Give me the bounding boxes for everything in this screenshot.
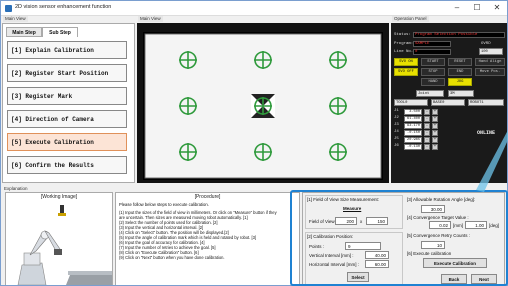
joint-value: 93.170 — [404, 123, 422, 129]
jog-mode-select[interactable]: Joint — [416, 90, 444, 97]
joint-plus-button[interactable]: + — [432, 123, 438, 129]
step-direction-of-camera[interactable]: [4] Direction of Camera — [7, 110, 127, 128]
procedure-line: (9) Click on "Next" button when you have… — [119, 255, 225, 260]
program-label: Program: — [394, 42, 414, 46]
joint-row-j3: J3 93.170 - + — [394, 123, 504, 129]
stop-button[interactable]: STOP — [421, 68, 445, 76]
explanation-label: Explanation — [4, 186, 28, 191]
joint-minus-button[interactable]: - — [424, 137, 430, 143]
left-pane-label: Main View — [3, 16, 28, 22]
ovrd-select[interactable]: 100 — [479, 48, 503, 55]
joint-minus-button[interactable]: - — [424, 109, 430, 115]
joint-plus-button[interactable]: + — [432, 116, 438, 122]
jog-button[interactable]: JOG — [448, 78, 472, 86]
working-image-title: [Working Image] — [40, 194, 78, 200]
joint-label: J4 — [394, 130, 399, 134]
joint-plus-button[interactable]: + — [432, 144, 438, 150]
joint-label: J3 — [394, 123, 399, 127]
main-view-label: Main View — [138, 16, 163, 22]
operation-panel-label: Operation Panel — [392, 16, 429, 22]
line-no-label: Line No. — [394, 50, 414, 54]
joint-row-j1: J1 3.500 - + — [394, 109, 504, 115]
highlight-frame — [290, 190, 508, 286]
camera-image — [143, 32, 383, 180]
restore-button[interactable]: ☐ — [467, 2, 487, 14]
joint-row-j2: J2 61.400 - + — [394, 116, 504, 122]
callout-pointer — [476, 130, 508, 192]
joint-value: -0.130 — [404, 144, 422, 150]
tool-select[interactable]: TOOL0 — [394, 99, 428, 106]
tab-main-step[interactable]: Main Step — [6, 27, 42, 37]
step-register-mark[interactable]: [3] Register Mark — [7, 87, 127, 105]
jog-speed-select[interactable]: 3M — [448, 90, 474, 97]
joint-value: 20.985 — [404, 137, 422, 143]
hand-button[interactable]: HAND — [421, 78, 445, 86]
move-pos-button[interactable]: Move Pos. — [475, 68, 505, 76]
robot-arm-image — [8, 201, 112, 285]
servo-off-button[interactable]: SVO OFF — [394, 68, 418, 76]
step-execute-calibration[interactable]: [5] Execute Calibration — [7, 133, 127, 151]
joint-label: J2 — [394, 116, 399, 120]
close-button[interactable]: ✕ — [487, 2, 507, 14]
reset-button[interactable]: RESET — [448, 58, 472, 66]
line-no-value: 0 — [413, 49, 451, 55]
base-select[interactable]: BASE0 — [431, 99, 465, 106]
robot-select[interactable]: ROBOT1 — [468, 99, 504, 106]
step-explain-calibration[interactable]: [1] Explain Calibration — [7, 41, 127, 59]
end-button[interactable]: END — [448, 68, 472, 76]
app-icon — [5, 5, 12, 12]
step-register-start-position[interactable]: [2] Register Start Position — [7, 64, 127, 82]
window-title: 2D vision sensor enhancement function — [15, 4, 112, 10]
status-label: Status: — [394, 33, 411, 37]
pane-label-bar: Main View Main View Operation Panel — [1, 16, 507, 22]
minimize-button[interactable]: – — [447, 2, 467, 14]
joint-minus-button[interactable]: - — [424, 144, 430, 150]
step-confirm-results[interactable]: [6] Confirm the Results — [7, 156, 127, 174]
joint-minus-button[interactable]: - — [424, 130, 430, 136]
joint-value: 61.400 — [404, 116, 422, 122]
procedure-intro: Please follow below steps to execute cal… — [119, 202, 209, 207]
joint-plus-button[interactable]: + — [432, 137, 438, 143]
title-bar: 2D vision sensor enhancement function – … — [1, 1, 507, 16]
status-value: Program Selection Possible — [413, 32, 505, 38]
program-value: SAMPLE — [413, 41, 451, 47]
start-button[interactable]: START — [421, 58, 445, 66]
joint-plus-button[interactable]: + — [432, 109, 438, 115]
joint-value: -0.150 — [404, 130, 422, 136]
ovrd-label: OVRD — [481, 42, 491, 46]
procedure-panel: [Procedure] Please follow below steps to… — [115, 192, 300, 285]
servo-on-button[interactable]: SVO ON — [394, 58, 418, 66]
joint-label: J5 — [394, 137, 399, 141]
joint-label: J1 — [394, 109, 399, 113]
camera-view — [137, 23, 389, 183]
joint-plus-button[interactable]: + — [432, 130, 438, 136]
hand-align-button[interactable]: Hand Align — [475, 58, 505, 66]
joint-label: J6 — [394, 144, 399, 148]
procedure-title: [Procedure] — [194, 194, 221, 200]
working-image-panel: [Working Image] — [5, 192, 113, 285]
tab-sub-step[interactable]: Sub Step — [42, 27, 78, 37]
joint-minus-button[interactable]: - — [424, 123, 430, 129]
joint-minus-button[interactable]: - — [424, 116, 430, 122]
step-panel: Main Step Sub Step [1] Explain Calibrati… — [2, 23, 135, 183]
joint-value: 3.500 — [404, 109, 422, 115]
center-target-mark — [251, 94, 275, 118]
